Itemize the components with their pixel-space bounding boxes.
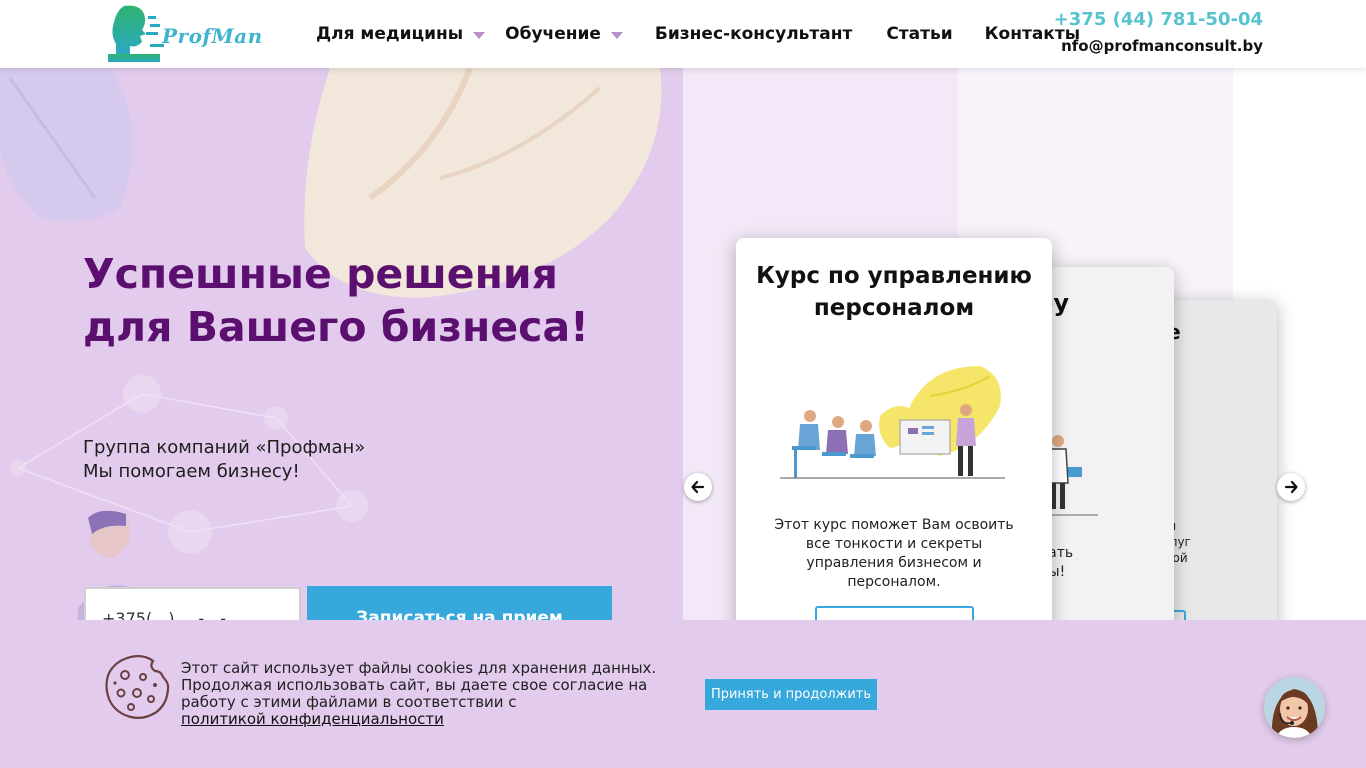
carousel-next-button[interactable] [1277,473,1305,501]
profman-logo-icon [108,5,164,62]
chat-widget-button[interactable] [1264,677,1325,738]
training-illustration [780,366,1005,479]
chevron-down-icon [473,31,486,39]
nav-item-label: Обучение [505,24,601,44]
cookie-accept-button[interactable]: Принять и продолжить [705,679,877,710]
nav-item-label: Бизнес-консультант [654,24,853,44]
nav-item-label: Статьи [886,24,953,44]
cookie-icon [105,654,170,719]
carousel-prev-button[interactable] [684,473,712,501]
site-header: ProfMan Для медицины Обучение Бизнес-кон… [0,0,1366,68]
logo[interactable]: ProfMan [106,4,262,64]
nav-item-training[interactable]: Обучение [505,24,623,44]
main-nav: Для медицины Обучение Бизнес-консультант… [316,22,1080,46]
header-email-link[interactable]: nfo@profmanconsult.by [1061,37,1263,55]
card-title: Курс по управлению персоналом [756,263,1032,321]
hero-title: Успешные решения для Вашего бизнеса! [83,250,589,351]
nav-item-articles[interactable]: Статьи [886,24,952,44]
header-phone-link[interactable]: +375 (44) 781-50-04 [1054,9,1263,30]
nav-item-business-consultant[interactable]: Бизнес-консультант [655,24,852,44]
privacy-policy-link[interactable]: политикой конфиденциальности [181,711,444,728]
card-description: Этот курс поможет Вам освоить все тонкос… [774,517,1014,590]
logo-text: ProfMan [162,24,263,48]
nav-item-label: Для медицины [316,24,464,44]
arrow-left-icon [691,480,705,494]
chevron-down-icon [610,31,623,39]
hero-subtitle: Группа компаний «Профман» Мы помогаем би… [83,437,366,482]
cookie-text: Этот сайт использует файлы cookies для х… [181,659,657,728]
cookie-consent-bar: Этот сайт использует файлы cookies для х… [0,620,1366,768]
nav-item-medicine[interactable]: Для медицины [316,24,486,44]
arrow-right-icon [1284,480,1298,494]
chat-avatar-icon [1264,677,1325,738]
